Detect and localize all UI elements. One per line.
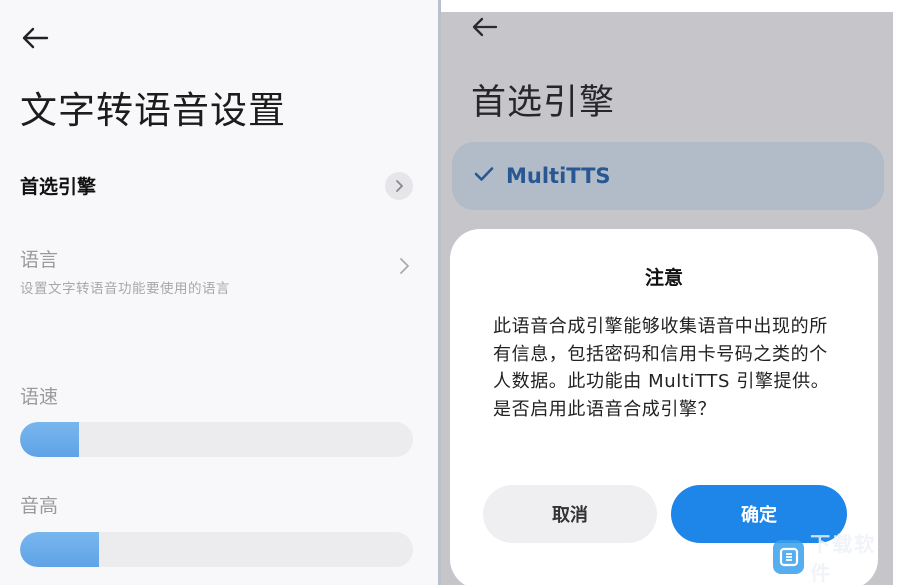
pitch-label: 音高	[20, 495, 59, 517]
speech-rate-slider-fill	[20, 422, 79, 457]
tts-settings-panel: 文字转语音设置 首选引擎 语言 设置文字转语音功能要使用的语言 语速 音高	[0, 0, 438, 585]
pitch-slider-fill	[20, 532, 99, 567]
language-subtitle: 设置文字转语音功能要使用的语言	[20, 281, 230, 297]
language-row[interactable]: 语言 设置文字转语音功能要使用的语言	[20, 245, 415, 297]
back-arrow-icon[interactable]	[20, 26, 52, 54]
site-watermark: 下载软件	[773, 532, 891, 585]
speech-rate-slider[interactable]	[20, 422, 413, 457]
cancel-button[interactable]: 取消	[483, 485, 657, 543]
language-label: 语言	[20, 249, 59, 271]
watermark-text: 下载软件	[810, 532, 877, 585]
preferred-engine-label: 首选引擎	[20, 176, 97, 198]
preferred-engine-row[interactable]: 首选引擎	[20, 172, 415, 202]
chevron-right-icon	[385, 172, 413, 200]
pitch-slider[interactable]	[20, 532, 413, 567]
speech-rate-label: 语速	[20, 386, 59, 408]
page-title: 文字转语音设置	[20, 89, 286, 132]
dialog-message: 此语音合成引擎能够收集语音中出现的所有信息，包括密码和信用卡号码之类的个人数据。…	[493, 316, 830, 420]
dialog-title: 注意	[644, 267, 683, 289]
preferred-engine-panel: 首选引擎 MultiTTS 注意 此语音合成引擎能够收集语音中出现的所有信息，包…	[441, 12, 893, 585]
chevron-right-icon	[397, 255, 413, 277]
download-logo-icon	[773, 540, 805, 574]
